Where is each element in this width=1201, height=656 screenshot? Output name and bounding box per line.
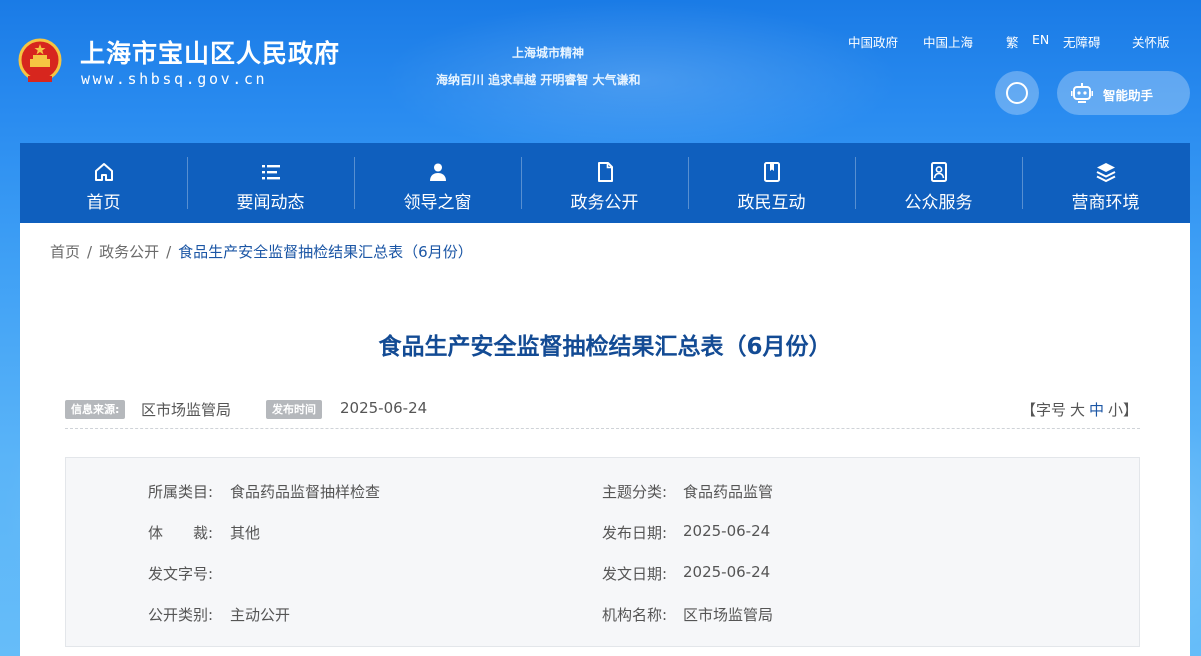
nav-item-news[interactable]: 要闻动态 (187, 143, 354, 223)
breadcrumb-gov-affairs[interactable]: 政务公开 (99, 241, 159, 262)
source-tag: 信息来源: (65, 400, 126, 419)
font-size-small-button[interactable]: 小】 (1108, 401, 1138, 419)
info-value: 2025-06-24 (683, 522, 771, 540)
info-key: 发文日期: (602, 565, 668, 583)
link-china-gov[interactable]: 中国政府 (848, 32, 898, 51)
info-row: 发文字号: 发文日期: 2025-06-24 (66, 563, 1139, 587)
breadcrumb: 首页 / 政务公开 / 食品生产安全监督抽检结果汇总表（6月份） (50, 241, 473, 262)
info-value: 其他 (230, 524, 261, 542)
info-value: 食品药品监管 (683, 483, 774, 501)
smart-assistant-button[interactable]: 智能助手 (1057, 71, 1190, 115)
city-spirit-text: 海纳百川 追求卓越 开明睿智 大气谦和 (436, 73, 641, 87)
date-tag: 发布时间 (266, 400, 322, 419)
site-name[interactable]: 上海市宝山区人民政府 (80, 34, 340, 70)
source-value: 区市场监管局 (141, 401, 232, 419)
font-size-label: 【字号 (1020, 401, 1066, 419)
info-row: 体 裁: 其他 发布日期: 2025-06-24 (66, 522, 1139, 546)
nav-item-interaction[interactable]: 政民互动 (688, 143, 855, 223)
robot-icon (1071, 83, 1093, 103)
search-icon (1006, 82, 1028, 104)
info-box: 所属类目: 食品药品监督抽样检查 主题分类: 食品药品监管 体 裁: 其他 发布… (65, 457, 1140, 647)
info-key: 发文字号: (148, 565, 214, 583)
nav-item-label: 要闻动态 (236, 193, 305, 213)
person-icon (430, 163, 446, 181)
info-key: 主题分类: (602, 483, 668, 501)
list-icon (262, 165, 280, 180)
info-key: 机构名称: (602, 606, 668, 624)
smart-assistant-label: 智能助手 (1103, 88, 1154, 103)
breadcrumb-separator: / (87, 243, 93, 261)
nav-item-public-services[interactable]: 公众服务 (855, 143, 1022, 223)
info-key: 发布日期: (602, 524, 668, 542)
site-url: www.shbsq.gov.cn (81, 70, 268, 88)
info-value: 区市场监管局 (683, 606, 774, 624)
site-header: 上海市宝山区人民政府 www.shbsq.gov.cn 上海城市精神 海纳百川 … (0, 0, 1201, 143)
info-value: 2025-06-24 (683, 563, 771, 581)
search-button[interactable] (995, 71, 1039, 115)
link-shanghai[interactable]: 中国上海 (923, 32, 973, 51)
breadcrumb-separator: / (166, 243, 172, 261)
font-size-large-button[interactable]: 大 (1070, 401, 1085, 419)
nav-item-business-environment[interactable]: 营商环境 (1022, 143, 1189, 223)
info-key: 所属类目: (148, 483, 214, 501)
id-card-icon (931, 162, 947, 182)
national-emblem-icon[interactable] (18, 38, 62, 84)
home-icon (95, 163, 113, 181)
article-title: 食品生产安全监督抽检结果汇总表（6月份） (378, 334, 832, 360)
nav-item-leaders[interactable]: 领导之窗 (354, 143, 521, 223)
font-size-switcher: 【字号大中小】 (1019, 399, 1140, 420)
nav-item-label: 领导之窗 (403, 193, 472, 213)
main-nav: 首页 要闻动态 领导之窗 政务公开 政民互动 公众服务 营商环境 (20, 143, 1190, 223)
layers-icon (1096, 163, 1116, 183)
info-key: 体 裁: (148, 524, 214, 542)
info-key: 公开类别: (148, 606, 214, 624)
info-row: 公开类别: 主动公开 机构名称: 区市场监管局 (66, 604, 1139, 628)
breadcrumb-home[interactable]: 首页 (50, 241, 80, 262)
info-value: 食品药品监督抽样检查 (230, 483, 381, 501)
link-accessibility[interactable]: 无障碍 (1063, 32, 1101, 51)
nav-item-gov-affairs[interactable]: 政务公开 (521, 143, 688, 223)
nav-item-label: 政民互动 (737, 193, 806, 213)
breadcrumb-current[interactable]: 食品生产安全监督抽检结果汇总表（6月份） (178, 241, 473, 262)
meta-divider (65, 428, 1140, 429)
nav-item-label: 政务公开 (570, 193, 639, 213)
link-care-version[interactable]: 关怀版 (1132, 32, 1170, 51)
nav-item-label: 首页 (86, 193, 121, 213)
link-traditional[interactable]: 繁 (1006, 32, 1019, 51)
content-panel: 首页 / 政务公开 / 食品生产安全监督抽检结果汇总表（6月份） 食品生产安全监督抽检结… (20, 223, 1190, 656)
nav-item-home[interactable]: 首页 (20, 143, 187, 223)
date-value: 2025-06-24 (340, 399, 428, 417)
font-size-medium-button[interactable]: 中 (1089, 401, 1104, 419)
info-row: 所属类目: 食品药品监督抽样检查 主题分类: 食品药品监管 (66, 481, 1139, 505)
nav-item-label: 公众服务 (904, 193, 973, 213)
document-icon (598, 162, 613, 182)
city-spirit-title: 上海城市精神 (512, 46, 585, 60)
nav-item-label: 营商环境 (1071, 193, 1140, 213)
info-value: 主动公开 (230, 606, 291, 624)
link-english[interactable]: EN (1032, 32, 1049, 47)
book-icon (764, 162, 780, 182)
